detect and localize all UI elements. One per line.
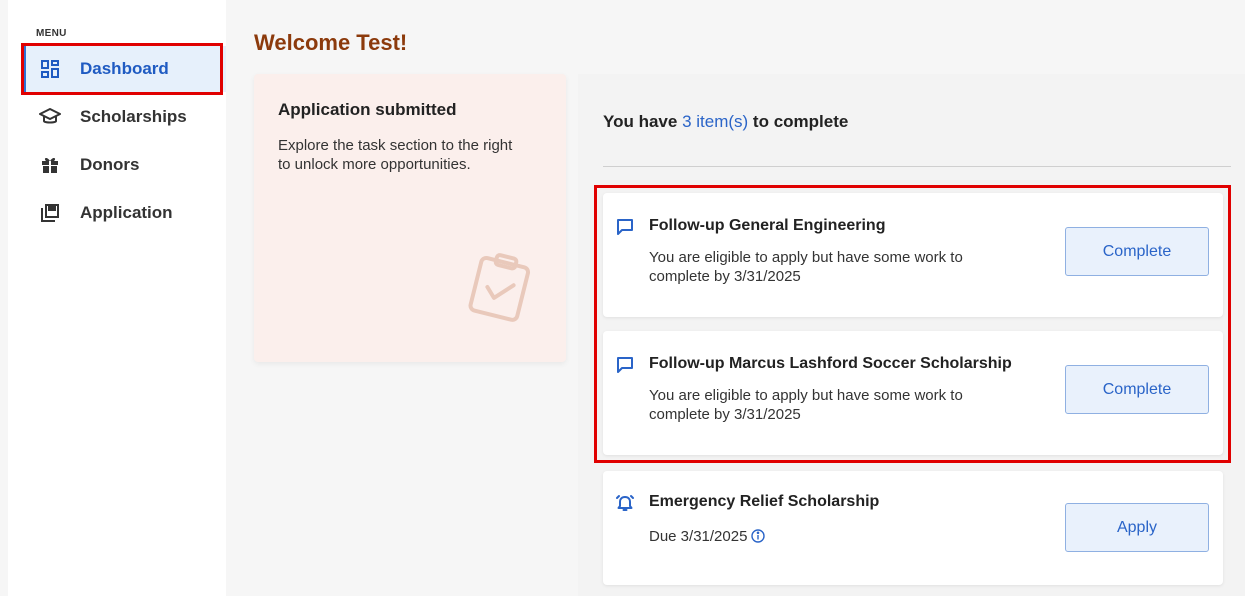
application-icon <box>38 201 62 225</box>
application-status-title: Application submitted <box>278 100 457 119</box>
sidebar: MENU Dashboard Scholarships Donors Appli… <box>8 0 226 596</box>
chat-icon <box>615 217 635 237</box>
tasks-heading-suffix: to complete <box>752 112 849 131</box>
task-title: Follow-up Marcus Lashford Soccer Scholar… <box>649 355 1012 372</box>
info-icon[interactable] <box>751 529 766 548</box>
page: MENU Dashboard Scholarships Donors Appli… <box>0 0 1245 596</box>
application-status-description: Explore the task section to the right to… <box>278 137 513 173</box>
task-due-line: Due 3/31/2025 <box>649 527 1019 548</box>
menu-label: MENU <box>36 28 67 39</box>
tasks-heading: You have 3 item(s) to complete <box>603 112 848 132</box>
sidebar-item-label: Application <box>80 203 173 222</box>
task-title: Emergency Relief Scholarship <box>649 493 880 510</box>
apply-button[interactable]: Apply <box>1065 503 1209 552</box>
complete-button[interactable]: Complete <box>1065 365 1209 414</box>
task-title: Follow-up General Engineering <box>649 217 886 234</box>
sidebar-item-application[interactable]: Application <box>22 190 226 236</box>
task-card-marcus-lashford: Follow-up Marcus Lashford Soccer Scholar… <box>603 331 1223 455</box>
complete-button[interactable]: Complete <box>1065 227 1209 276</box>
task-description: You are eligible to apply but have some … <box>649 387 963 423</box>
tasks-count: 3 item(s) <box>682 112 749 131</box>
task-card-general-engineering: Follow-up General Engineering You are el… <box>603 193 1223 317</box>
page-title: Welcome Test! <box>254 30 408 55</box>
bell-icon <box>615 493 635 513</box>
task-description: You are eligible to apply but have some … <box>649 249 963 285</box>
sidebar-item-label: Scholarships <box>80 107 187 126</box>
sidebar-item-dashboard[interactable]: Dashboard <box>22 46 226 92</box>
clipboard-check-icon <box>460 246 540 331</box>
sidebar-item-label: Donors <box>80 155 140 174</box>
task-due-date: Due 3/31/2025 <box>649 528 748 545</box>
tasks-heading-prefix: You have <box>603 112 678 131</box>
gift-icon <box>38 153 62 177</box>
task-card-emergency-relief: Emergency Relief Scholarship Due 3/31/20… <box>603 471 1223 585</box>
sidebar-item-donors[interactable]: Donors <box>22 142 226 188</box>
divider <box>603 166 1231 167</box>
sidebar-item-scholarships[interactable]: Scholarships <box>22 94 226 140</box>
dashboard-icon <box>38 57 62 81</box>
application-status-card: Application submitted Explore the task s… <box>254 74 566 362</box>
graduation-cap-icon <box>38 105 62 129</box>
chat-icon <box>615 355 635 375</box>
sidebar-item-label: Dashboard <box>80 59 169 78</box>
